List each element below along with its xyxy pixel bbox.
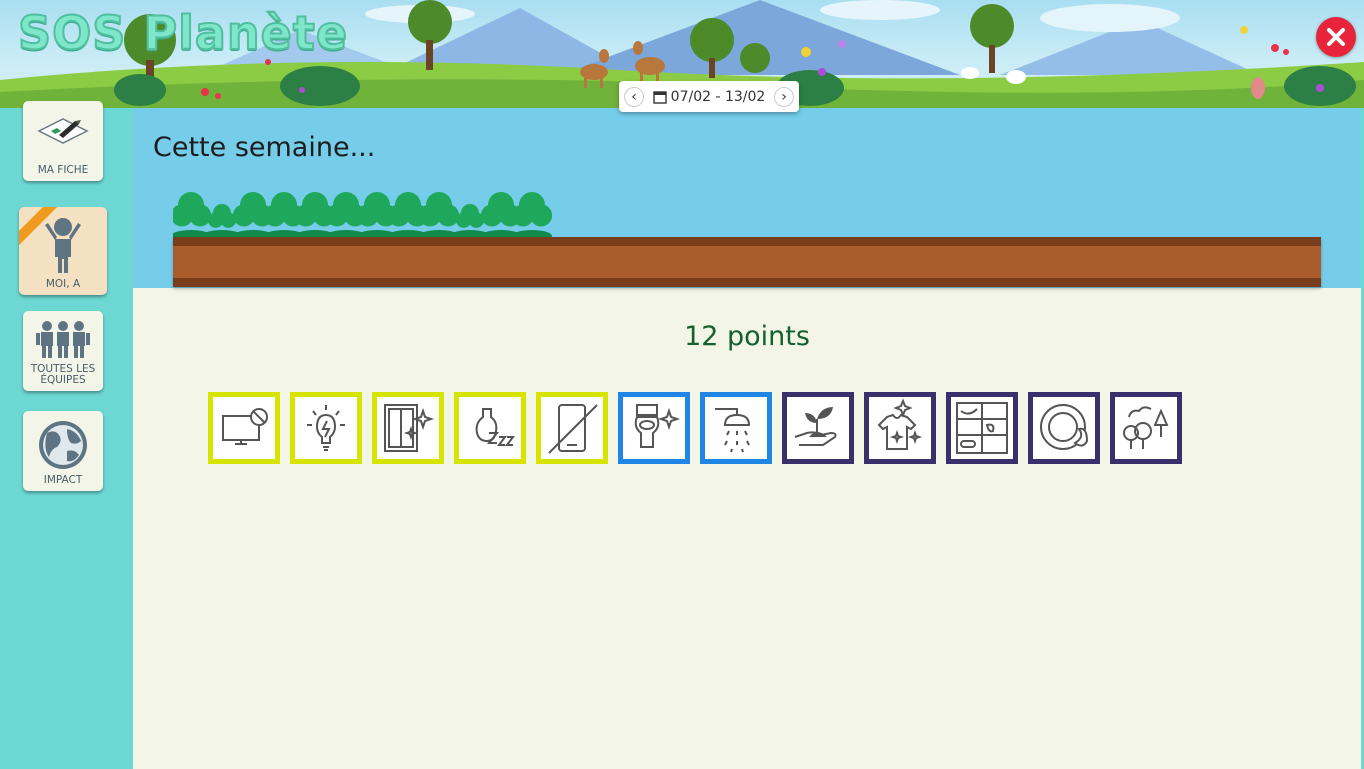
action-no-phone[interactable] bbox=[536, 392, 608, 464]
next-week-button[interactable]: › bbox=[774, 86, 794, 107]
sidebar-item-toutes-les-equipes[interactable]: TOUTES LES ÉQUIPES bbox=[23, 311, 103, 391]
week-heading: Cette semaine... bbox=[153, 132, 376, 163]
sidebar: MA FICHE MOI, A TOUTES LES ÉQUIPES IMPAC… bbox=[0, 0, 132, 769]
tv-off-icon bbox=[222, 408, 268, 445]
globe-icon bbox=[39, 421, 87, 469]
action-plant[interactable] bbox=[782, 392, 854, 464]
previous-week-button[interactable]: ‹ bbox=[624, 86, 644, 107]
close-button[interactable] bbox=[1316, 17, 1356, 57]
action-clean-shirt[interactable] bbox=[864, 392, 936, 464]
action-clean-window[interactable] bbox=[372, 392, 444, 464]
date-range: 07/02 - 13/02 bbox=[652, 88, 766, 105]
week-selector: ‹ 07/02 - 13/02 › bbox=[619, 81, 799, 112]
date-range-label: 07/02 - 13/02 bbox=[670, 88, 766, 105]
clean-toilet-icon bbox=[634, 404, 681, 448]
points-total: 12 points bbox=[684, 321, 810, 352]
action-clean-toilet[interactable] bbox=[618, 392, 690, 464]
clean-shirt-icon bbox=[877, 398, 923, 450]
sidebar-item-label: MOI, A bbox=[45, 278, 81, 290]
sleeping-vase-icon bbox=[475, 408, 515, 446]
action-plate[interactable] bbox=[1028, 392, 1100, 464]
main-panel: Cette semaine... 12 points bbox=[133, 108, 1361, 769]
plant-hand-icon bbox=[794, 407, 837, 446]
action-trees[interactable] bbox=[1110, 392, 1182, 464]
lightbulb-icon bbox=[307, 405, 345, 451]
fridge-food-icon bbox=[956, 402, 1008, 454]
trees-icon bbox=[1123, 406, 1169, 449]
sidebar-item-label: TOUTES LES ÉQUIPES bbox=[30, 363, 96, 386]
app-title: SOS Planète bbox=[17, 5, 349, 61]
sidebar-item-moi[interactable]: MOI, A bbox=[19, 207, 107, 295]
ground-strip bbox=[173, 237, 1321, 287]
action-sleeping[interactable] bbox=[454, 392, 526, 464]
close-icon bbox=[1327, 28, 1345, 46]
sidebar-item-ma-fiche[interactable]: MA FICHE bbox=[23, 101, 103, 181]
action-lightbulb[interactable] bbox=[290, 392, 362, 464]
calendar-icon bbox=[652, 90, 667, 104]
group-icon bbox=[36, 321, 90, 358]
plate-icon bbox=[1040, 404, 1089, 450]
tree bbox=[511, 192, 553, 240]
eraser-pencil-icon bbox=[37, 118, 89, 144]
action-shower[interactable] bbox=[700, 392, 772, 464]
clean-window-icon bbox=[384, 404, 435, 452]
sidebar-item-label: MA FICHE bbox=[37, 164, 89, 176]
tree-row bbox=[173, 192, 553, 240]
sidebar-item-label: IMPACT bbox=[43, 474, 83, 486]
person-icon bbox=[45, 218, 81, 273]
forest-scene: Cette semaine... bbox=[133, 108, 1361, 288]
action-tv-off[interactable] bbox=[208, 392, 280, 464]
shower-icon bbox=[715, 408, 751, 453]
action-fridge[interactable] bbox=[946, 392, 1018, 464]
no-phone-icon bbox=[548, 404, 598, 454]
sidebar-item-impact[interactable]: IMPACT bbox=[23, 411, 103, 491]
